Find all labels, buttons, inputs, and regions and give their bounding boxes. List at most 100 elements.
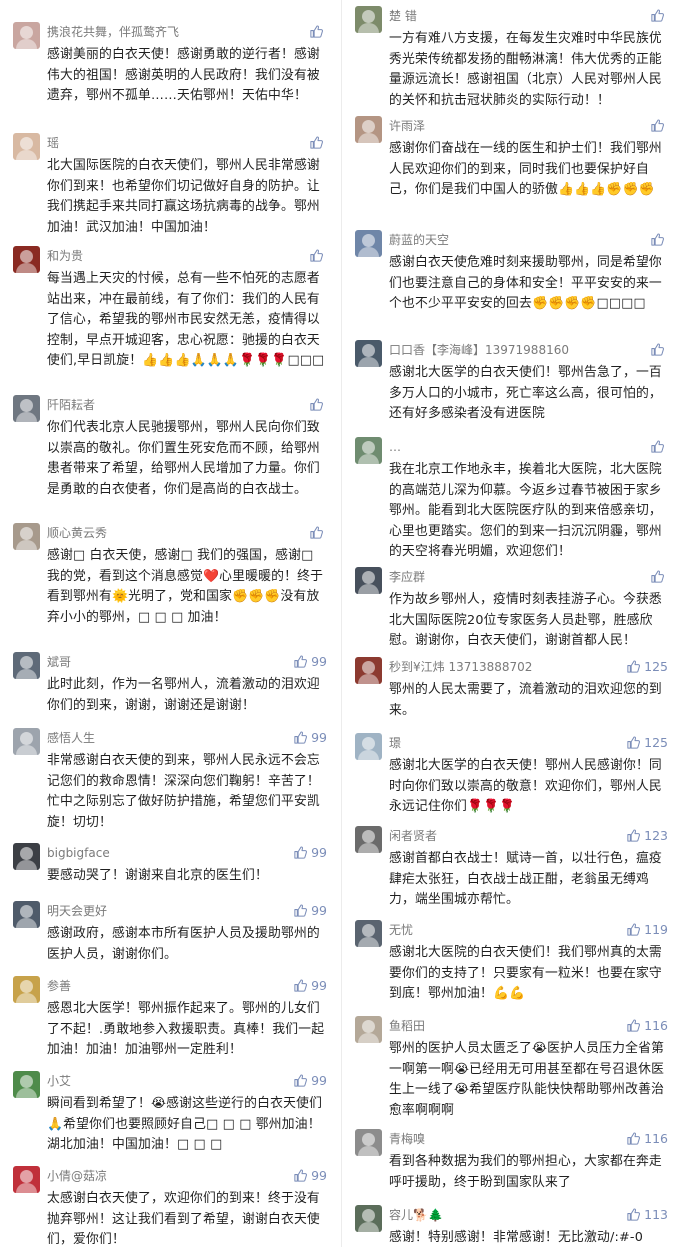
commenter-name[interactable]: 小倩@菇凉	[47, 1168, 107, 1184]
like-button[interactable]: 125	[626, 733, 668, 751]
commenter-name[interactable]: 明天会更好	[47, 903, 107, 919]
avatar[interactable]	[355, 340, 382, 367]
avatar[interactable]	[13, 395, 40, 422]
avatar[interactable]	[355, 826, 382, 853]
avatar[interactable]	[355, 1016, 382, 1043]
avatar[interactable]	[355, 657, 382, 684]
avatar[interactable]	[13, 976, 40, 1003]
like-button[interactable]: 99	[293, 1071, 327, 1089]
comment-column-right: 楚 错一方有难八方支援，在每发生灾难时中华民族优秀光荣传统都发扬的酣畅淋漓！伟大…	[341, 0, 682, 1247]
like-button[interactable]: 99	[293, 976, 327, 994]
like-count: 119	[644, 921, 668, 937]
avatar[interactable]	[355, 1129, 382, 1156]
like-button[interactable]: 99	[293, 728, 327, 746]
like-button[interactable]: 116	[626, 1016, 668, 1034]
commenter-name[interactable]: 口口香【李海峰】13971988160	[389, 342, 569, 358]
like-button[interactable]	[309, 395, 327, 413]
comment-text: 一方有难八方支援，在每发生灾难时中华民族优秀光荣传统都发扬的酣畅淋漓！伟大优秀的…	[389, 31, 662, 108]
thumbs-up-icon	[626, 1207, 641, 1222]
like-button[interactable]	[650, 230, 668, 248]
comment-text: 作为故乡鄂州人，疫情时刻表挂游子心。今获悉北大国际医院20位专家医务人员赴鄂，胜…	[389, 592, 662, 648]
commenter-name[interactable]: 斌哥	[47, 654, 71, 670]
like-button[interactable]	[650, 340, 668, 358]
thumbs-up-icon	[650, 118, 665, 133]
commenter-name[interactable]: 秒到¥江炜 13713888702	[389, 659, 532, 675]
like-button[interactable]	[650, 116, 668, 134]
commenter-name[interactable]: 楚 错	[389, 8, 417, 24]
avatar[interactable]	[13, 1071, 40, 1098]
commenter-name[interactable]: 闲者贤者	[389, 828, 437, 844]
like-button[interactable]	[309, 246, 327, 264]
like-count: 123	[644, 827, 668, 843]
commenter-name[interactable]: bigbigface	[47, 845, 110, 861]
thumbs-up-icon	[626, 828, 641, 843]
comment-column-left: 携浪花共舞，伴孤鹜齐飞 感谢美丽的白衣天使！感谢勇敢的逆行者！感谢伟大的祖国！感谢…	[0, 0, 341, 1247]
comment-text: 非常感谢白衣天使的到来，鄂州人民永远不会忘记您们的救命恩情！深深向您们鞠躬！辛苦…	[47, 753, 320, 830]
like-button[interactable]	[650, 567, 668, 585]
avatar[interactable]	[13, 901, 40, 928]
like-button[interactable]: 116	[626, 1129, 668, 1147]
comment-text: 感谢！特别感谢！非常感谢！无比激动/:#-0	[389, 1230, 644, 1245]
like-button[interactable]: 125	[626, 657, 668, 675]
thumbs-up-icon	[650, 232, 665, 247]
avatar[interactable]	[13, 246, 40, 273]
commenter-name[interactable]: 阡陌耘者	[47, 397, 95, 413]
commenter-name[interactable]: …	[389, 439, 401, 455]
commenter-name[interactable]: 无忧	[389, 922, 413, 938]
avatar[interactable]	[355, 437, 382, 464]
thumbs-up-icon	[626, 659, 641, 674]
like-button[interactable]: 99	[293, 1166, 327, 1184]
comment-text: 每当遇上天灾的忖候，总有一些不怕死的志愿者站出来，冲在最前线，有了你们：我们的人…	[47, 271, 325, 368]
like-button[interactable]: 123	[626, 826, 668, 844]
like-button[interactable]: 99	[293, 652, 327, 670]
comment-text: 感谢首都白衣战士！赋诗一首，以壮行色，瘟疫肆疟太张狂，白衣战士战正酣，老翁虽无缚…	[389, 851, 662, 907]
like-button[interactable]: 113	[626, 1205, 668, 1223]
avatar[interactable]	[13, 22, 40, 49]
commenter-name[interactable]: 许雨泽	[389, 118, 425, 134]
avatar[interactable]	[13, 652, 40, 679]
avatar[interactable]	[13, 843, 40, 870]
comment-text: 感谢北大医学的白衣天使！鄂州人民感谢你！同时向你们致以崇高的敬意！欢迎你们，鄂州…	[389, 758, 662, 814]
commenter-name[interactable]: 容儿🐕🌲	[389, 1207, 443, 1223]
avatar[interactable]	[13, 728, 40, 755]
commenter-name[interactable]: 感悟人生	[47, 730, 95, 746]
like-button[interactable]	[309, 523, 327, 541]
commenter-name[interactable]: 小艾	[47, 1073, 71, 1089]
commenter-name[interactable]: 鱼稻田	[389, 1018, 425, 1034]
like-button[interactable]	[309, 133, 327, 151]
commenter-name[interactable]: 参善	[47, 978, 71, 994]
like-button[interactable]	[650, 437, 668, 455]
avatar[interactable]	[13, 133, 40, 160]
comment-text: 鄂州的医护人员太匮乏了😭医护人员压力全省第一啊第一啊😭已经用无可用甚至都在号召退…	[389, 1041, 665, 1118]
avatar[interactable]	[355, 1205, 382, 1232]
avatar[interactable]	[355, 230, 382, 257]
comment-text: 感谢政府，感谢本市所有医护人员及援助鄂州的医护人员，谢谢你们。	[47, 926, 320, 962]
avatar[interactable]	[13, 1166, 40, 1193]
like-count: 125	[644, 734, 668, 750]
commenter-name[interactable]: 青梅嗅	[389, 1131, 425, 1147]
commenter-name[interactable]: 携浪花共舞，伴孤鹜齐飞	[47, 24, 179, 40]
commenter-name[interactable]: 和为贵	[47, 248, 83, 264]
commenter-name[interactable]: 璟	[389, 735, 401, 751]
like-count: 99	[311, 729, 327, 745]
commenter-name[interactable]: 瑶	[47, 135, 59, 151]
avatar[interactable]	[355, 733, 382, 760]
commenter-name[interactable]: 李应群	[389, 569, 425, 585]
like-button[interactable]: 99	[293, 843, 327, 861]
avatar[interactable]	[355, 920, 382, 947]
comment-text: 你们代表北京人民驰援鄂州，鄂州人民向你们致以崇高的敬礼。你们置生死安危而不顾，给…	[47, 420, 320, 497]
commenter-name[interactable]: 顺心黄云秀	[47, 525, 107, 541]
commenter-name[interactable]: 蔚蓝的天空	[389, 232, 449, 248]
avatar[interactable]	[355, 567, 382, 594]
like-button[interactable]: 99	[293, 901, 327, 919]
like-count: 116	[644, 1130, 668, 1146]
like-button[interactable]: 119	[626, 920, 668, 938]
avatar[interactable]	[355, 6, 382, 33]
comment-text: 感谢北大医学的白衣天使们！鄂州告急了，一百多万人口的小城市，死亡率这么高，很可怕…	[389, 365, 662, 421]
avatar[interactable]	[13, 523, 40, 550]
avatar[interactable]	[355, 116, 382, 143]
like-button[interactable]	[650, 6, 668, 24]
comment-text: 此时此刻，作为一名鄂州人，流着激动的泪欢迎你们的到来，谢谢，谢谢还是谢谢！	[47, 677, 320, 713]
thumbs-up-icon	[309, 525, 324, 540]
like-button[interactable]	[309, 22, 327, 40]
